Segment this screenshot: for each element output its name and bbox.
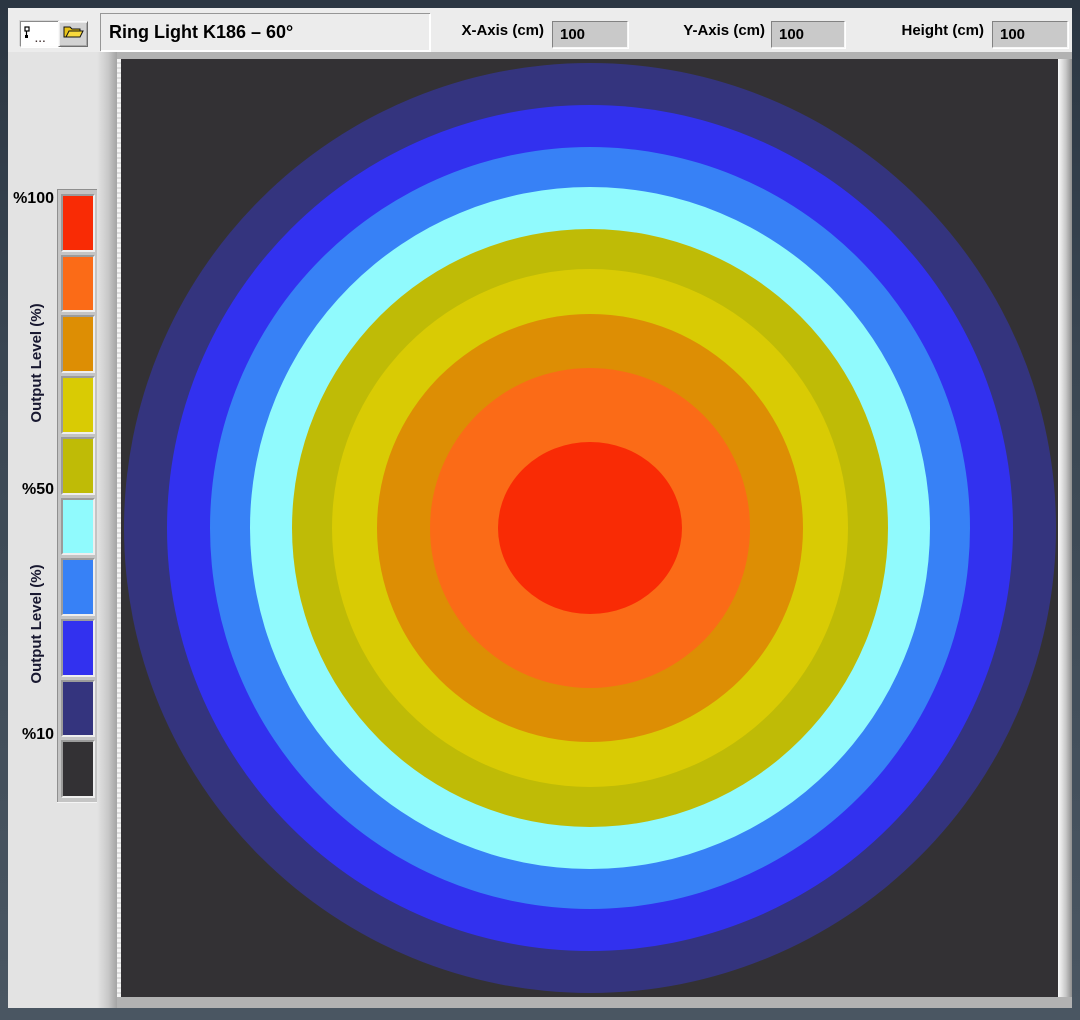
path-control-value: ... (35, 36, 46, 44)
height-field[interactable]: 100 (992, 21, 1068, 48)
legend-swatch-0 (61, 194, 95, 252)
legend-swatch-4 (61, 437, 95, 495)
legend-swatch-3 (61, 376, 95, 434)
connector-icon (24, 26, 33, 44)
x-axis-field[interactable]: 100 (552, 21, 628, 48)
legend-swatch-6 (61, 558, 95, 616)
height-label: Height (cm) (886, 8, 984, 52)
ring-90pct (498, 442, 682, 614)
legend-swatch-7 (61, 619, 95, 677)
intensity-plot (121, 59, 1058, 997)
open-folder-icon (62, 24, 84, 44)
y-axis-field[interactable]: 100 (771, 21, 845, 48)
main-panel: %100 %50 %10 Output Level (%) Output Lev… (8, 52, 1072, 1008)
fixture-title-box[interactable]: Ring Light K186 – 60° (100, 13, 430, 51)
open-file-button[interactable] (58, 21, 88, 47)
legend-swatch-8 (61, 680, 95, 738)
path-control[interactable]: ... (20, 21, 60, 47)
fixture-title: Ring Light K186 – 60° (109, 22, 293, 43)
legend-swatch-2 (61, 315, 95, 373)
toolbar: ... Ring Light K186 – 60° X-Axis (cm) 10… (8, 8, 1072, 52)
legend-tick-50: %50 (8, 480, 54, 500)
intensity-rings (121, 59, 1058, 997)
x-axis-label: X-Axis (cm) (444, 8, 544, 52)
legend-swatch-5 (61, 498, 95, 556)
legend-tick-100: %100 (8, 189, 54, 209)
intensity-graph-frame (117, 52, 1072, 1008)
legend-swatch-1 (61, 255, 95, 313)
app-window: ... Ring Light K186 – 60° X-Axis (cm) 10… (8, 8, 1072, 1008)
legend-axis-title-lower: Output Level (%) (28, 514, 48, 734)
y-axis-label: Y-Axis (cm) (663, 8, 765, 52)
graph-border-right (1058, 59, 1072, 997)
color-scale-legend (57, 189, 99, 803)
legend-axis-title-upper: Output Level (%) (28, 253, 48, 473)
plot-shadow (97, 52, 117, 1008)
legend-swatch-9 (61, 740, 95, 798)
